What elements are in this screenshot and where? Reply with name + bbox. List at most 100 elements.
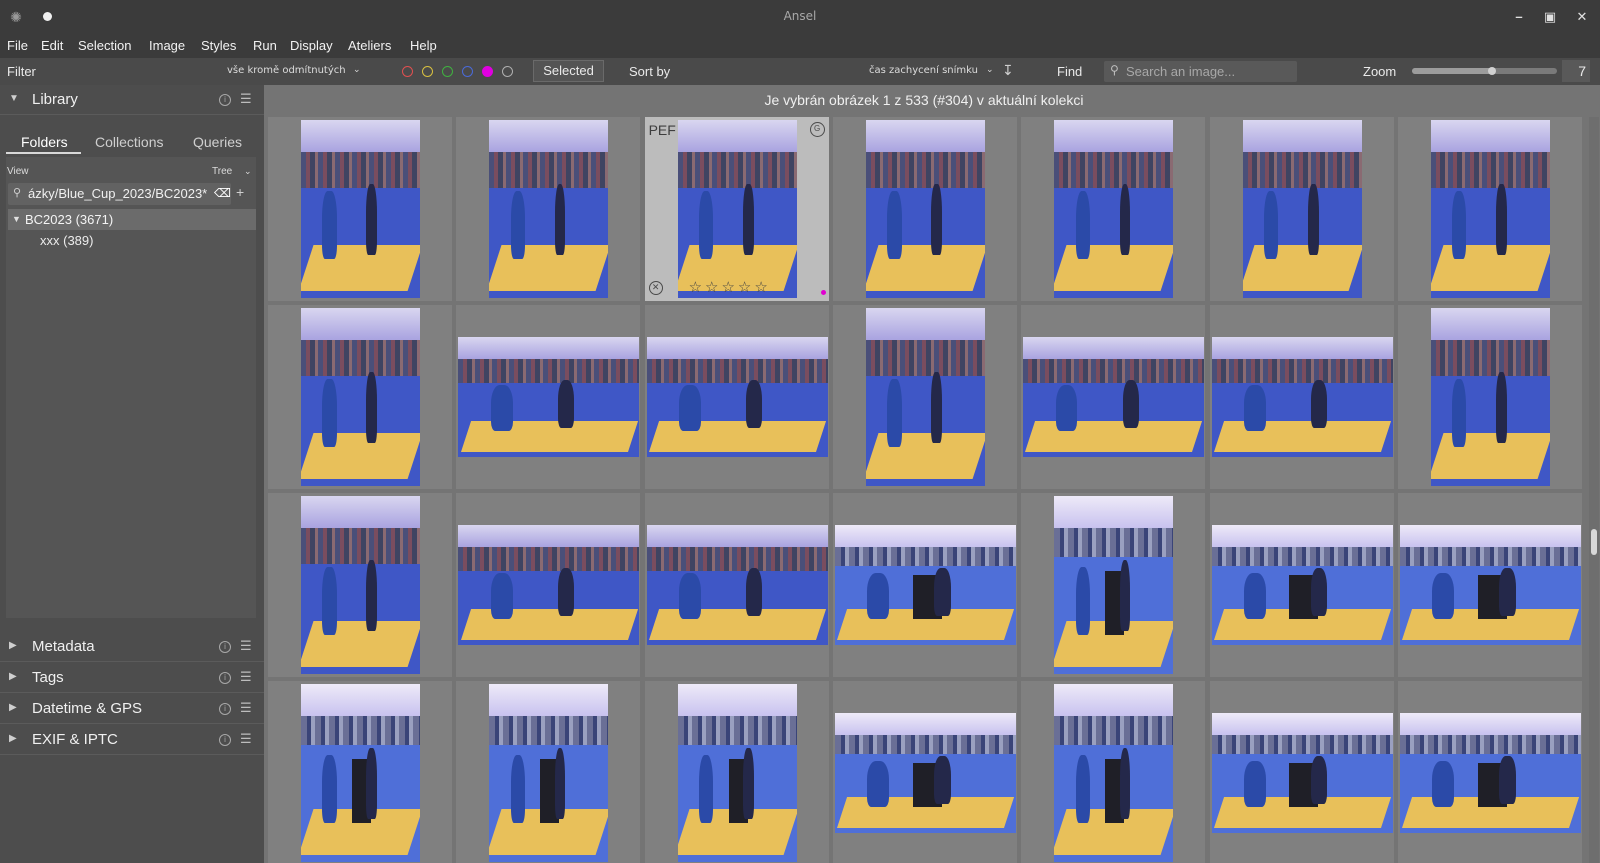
- photo-thumbnail[interactable]: [1399, 525, 1581, 645]
- thumbnail-cell[interactable]: [456, 493, 641, 677]
- thumbnail-cell[interactable]: [1209, 305, 1394, 489]
- menu-display[interactable]: Display: [290, 38, 333, 53]
- search-input[interactable]: [1126, 63, 1291, 80]
- photo-thumbnail[interactable]: [1242, 120, 1362, 298]
- sort-order-icon[interactable]: ↧: [1002, 62, 1014, 79]
- minimize-icon[interactable]: –: [1510, 8, 1528, 26]
- info-icon[interactable]: i: [219, 672, 231, 684]
- hamburger-menu-icon[interactable]: ☰: [240, 638, 252, 654]
- thumbnail-cell[interactable]: [832, 493, 1017, 677]
- thumbnail-cell[interactable]: [268, 305, 452, 489]
- photo-thumbnail[interactable]: [301, 308, 420, 486]
- thumbnail-cell[interactable]: [1209, 117, 1394, 301]
- tags-panel-header[interactable]: ▶ Tags i ☰: [0, 663, 264, 693]
- tab-folders[interactable]: Folders: [21, 134, 68, 150]
- tab-collections[interactable]: Collections: [95, 134, 163, 150]
- menu-help[interactable]: Help: [410, 38, 437, 53]
- chevron-down-icon[interactable]: ⌄: [986, 65, 994, 75]
- thumbnail-cell[interactable]: [268, 493, 452, 677]
- thumbnail-cell[interactable]: [268, 681, 452, 863]
- photo-thumbnail[interactable]: [834, 713, 1016, 833]
- menu-run[interactable]: Run: [253, 38, 277, 53]
- clear-input-icon[interactable]: ⌫: [214, 186, 231, 200]
- photo-thumbnail[interactable]: [489, 120, 609, 298]
- collapsed-arrow-icon[interactable]: ▶: [9, 733, 17, 744]
- thumbnail-cell[interactable]: [644, 493, 829, 677]
- sort-dropdown[interactable]: čas zachycení snímku: [869, 65, 978, 76]
- maximize-icon[interactable]: ▣: [1541, 8, 1559, 26]
- menu-styles[interactable]: Styles: [201, 38, 236, 53]
- photo-thumbnail[interactable]: [1399, 713, 1581, 833]
- photo-thumbnail[interactable]: [1430, 308, 1550, 486]
- zoom-slider-handle[interactable]: [1487, 67, 1496, 75]
- thumbnail-cell[interactable]: [1397, 681, 1582, 863]
- photo-thumbnail[interactable]: [1430, 120, 1550, 298]
- thumbnail-cell[interactable]: [644, 681, 829, 863]
- thumbnail-cell[interactable]: [1397, 117, 1582, 301]
- color-label-green[interactable]: [442, 66, 453, 77]
- tree-item-child[interactable]: xxx (389): [40, 233, 93, 248]
- expanded-arrow-icon[interactable]: ▼: [12, 214, 21, 224]
- star-rating[interactable]: ☆☆☆☆☆: [689, 278, 787, 296]
- thumbnail-cell[interactable]: [456, 117, 641, 301]
- info-icon[interactable]: i: [219, 641, 231, 653]
- color-label-gray[interactable]: [502, 66, 513, 77]
- thumbnail-cell[interactable]: [1209, 681, 1394, 863]
- thumbnail-cell[interactable]: [456, 305, 641, 489]
- scrollbar-thumb[interactable]: [1591, 529, 1597, 555]
- filter-dropdown[interactable]: vše kromě odmítnutých: [227, 65, 346, 76]
- photo-thumbnail[interactable]: [301, 120, 420, 298]
- info-icon[interactable]: i: [219, 94, 231, 106]
- thumbnail-cell[interactable]: [832, 681, 1017, 863]
- photo-thumbnail[interactable]: [1211, 337, 1393, 457]
- photo-thumbnail[interactable]: [1211, 525, 1393, 645]
- color-label-purple[interactable]: [482, 66, 493, 77]
- photo-thumbnail[interactable]: [1054, 120, 1174, 298]
- thumbnail-cell[interactable]: [268, 117, 452, 301]
- thumbnail-cell[interactable]: [456, 681, 641, 863]
- menu-selection[interactable]: Selection: [78, 38, 131, 53]
- collapsed-arrow-icon[interactable]: ▶: [9, 671, 17, 682]
- photo-thumbnail[interactable]: [301, 496, 420, 674]
- hamburger-menu-icon[interactable]: ☰: [240, 700, 252, 716]
- exif-iptc-panel-header[interactable]: ▶ EXIF & IPTC i ☰: [0, 725, 264, 755]
- thumbnail-cell[interactable]: [832, 305, 1017, 489]
- hamburger-menu-icon[interactable]: ☰: [240, 91, 252, 107]
- photo-thumbnail[interactable]: [1054, 496, 1174, 674]
- photo-thumbnail[interactable]: [458, 525, 640, 645]
- info-icon[interactable]: i: [219, 734, 231, 746]
- thumbnail-cell[interactable]: [1209, 493, 1394, 677]
- photo-thumbnail[interactable]: [458, 337, 640, 457]
- thumbnail-cell[interactable]: [832, 117, 1017, 301]
- photo-thumbnail[interactable]: [1211, 713, 1393, 833]
- photo-thumbnail[interactable]: [1054, 684, 1174, 862]
- chevron-down-icon[interactable]: ⌄: [353, 65, 361, 75]
- photo-thumbnail[interactable]: [646, 337, 828, 457]
- selected-button[interactable]: Selected: [533, 60, 604, 82]
- photo-thumbnail[interactable]: [865, 120, 985, 298]
- zoom-slider[interactable]: [1412, 67, 1557, 75]
- photo-thumbnail[interactable]: [646, 525, 828, 645]
- hamburger-menu-icon[interactable]: ☰: [240, 731, 252, 747]
- metadata-panel-header[interactable]: ▶ Metadata i ☰: [0, 632, 264, 662]
- close-icon[interactable]: ✕: [1573, 8, 1591, 26]
- library-header[interactable]: ▼ Library i ☰: [0, 85, 264, 115]
- thumbnail-cell[interactable]: [1397, 493, 1582, 677]
- zoom-value-field[interactable]: 7: [1562, 60, 1590, 82]
- datetime-gps-panel-header[interactable]: ▶ Datetime & GPS i ☰: [0, 694, 264, 724]
- photo-thumbnail[interactable]: [677, 120, 797, 298]
- collapsed-arrow-icon[interactable]: ▶: [9, 640, 17, 651]
- menu-file[interactable]: File: [7, 38, 28, 53]
- add-icon[interactable]: +: [236, 184, 244, 200]
- thumbnail-cell[interactable]: [1397, 305, 1582, 489]
- thumbnail-cell[interactable]: PEF G ✕ ☆☆☆☆☆: [644, 117, 829, 301]
- tab-queries[interactable]: Queries: [193, 134, 242, 150]
- photo-thumbnail[interactable]: [677, 684, 797, 862]
- menu-image[interactable]: Image: [149, 38, 185, 53]
- photo-thumbnail[interactable]: [834, 525, 1016, 645]
- menu-edit[interactable]: Edit: [41, 38, 63, 53]
- color-label-blue[interactable]: [462, 66, 473, 77]
- tree-item-root[interactable]: ▼ BC2023 (3671): [8, 209, 256, 230]
- color-label-yellow[interactable]: [422, 66, 433, 77]
- group-icon[interactable]: G: [809, 122, 825, 137]
